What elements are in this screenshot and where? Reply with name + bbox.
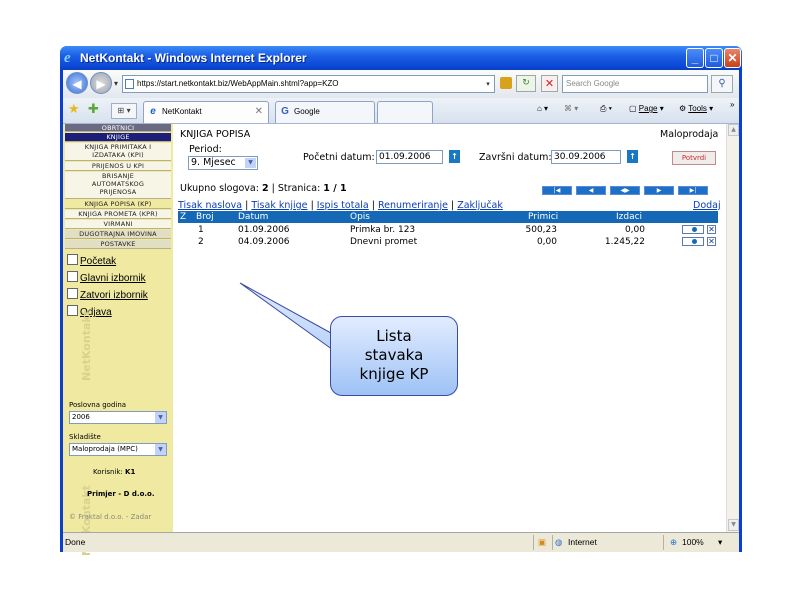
callout-pointer (239, 282, 342, 357)
callout-arrow (239, 282, 342, 357)
callout-text: Lista stavaka knjige KP (359, 327, 429, 383)
